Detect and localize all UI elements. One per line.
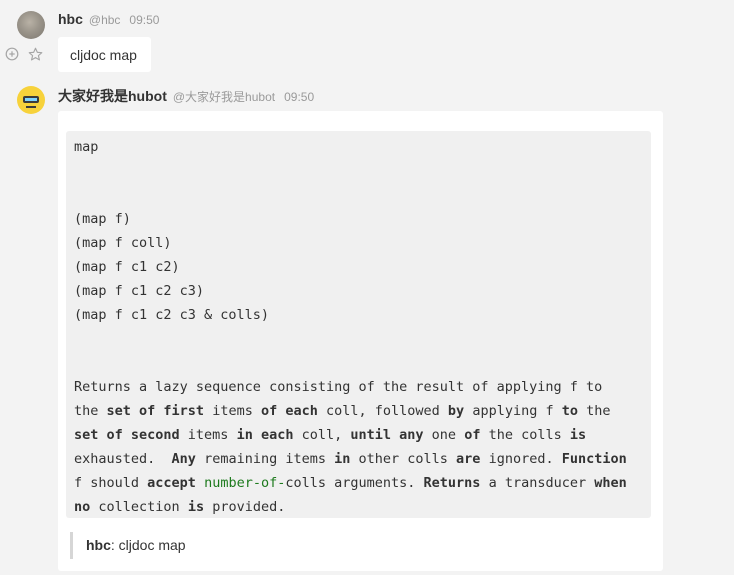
doc-line: exhausted. Any remaining items in other …: [74, 451, 627, 467]
message-bubble: cljdoc map: [58, 37, 151, 72]
doc-line: Returns a lazy sequence consisting of th…: [74, 379, 603, 395]
code-spacer: [74, 327, 651, 375]
message-text: cljdoc map: [70, 47, 137, 63]
robot-mouth-icon: [26, 106, 36, 108]
sender-handle: @大家好我是hubot: [172, 90, 276, 104]
timestamp: 09:50: [284, 90, 315, 104]
message-card: map (map f) (map f coll) (map f c1 c2) (…: [58, 111, 663, 571]
code-signature: (map f c1 c2 c3): [74, 283, 205, 299]
sender-name[interactable]: hbc: [58, 11, 83, 27]
star-icon[interactable]: [27, 46, 43, 62]
code-title: map: [74, 139, 99, 155]
code-signature: (map f c1 c2 c3 & colls): [74, 307, 270, 323]
quote-author: hbc: [86, 537, 111, 553]
message-actions: [4, 46, 43, 62]
quote-text: cljdoc map: [114, 537, 186, 553]
code-signature: (map f): [74, 211, 131, 227]
code-spacer: [74, 159, 651, 207]
robot-visor-icon: [23, 96, 39, 103]
avatar-hubot[interactable]: [17, 86, 45, 114]
reply-icon[interactable]: [4, 46, 20, 62]
sender-handle: @hbc: [88, 13, 121, 27]
code-signature: (map f c1 c2): [74, 259, 180, 275]
doc-line: set of second items in each coll, until …: [74, 427, 587, 443]
code-block: map (map f) (map f coll) (map f c1 c2) (…: [66, 131, 651, 518]
doc-line: the set of first items of each coll, fol…: [74, 403, 611, 419]
message-header: hbc @hbc 09:50: [58, 11, 159, 27]
quoted-message[interactable]: hbc: cljdoc map: [70, 532, 186, 559]
sender-name[interactable]: 大家好我是hubot: [58, 86, 167, 106]
doc-line: no collection is provided.: [74, 499, 286, 515]
timestamp: 09:50: [129, 13, 160, 27]
doc-line: f should accept number-of-colls argument…: [74, 475, 627, 491]
code-signature: (map f coll): [74, 235, 172, 251]
avatar-hbc[interactable]: [17, 11, 45, 39]
message-header: 大家好我是hubot @大家好我是hubot 09:50: [58, 86, 314, 106]
